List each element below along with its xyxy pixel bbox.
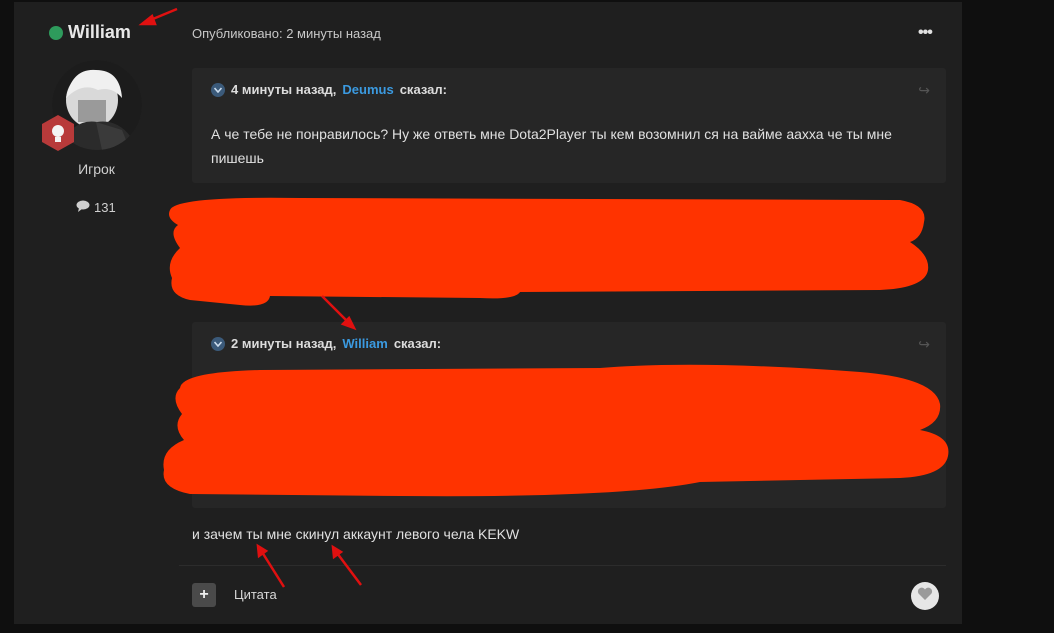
online-status-icon	[49, 25, 63, 40]
quote-time: 4 минуты назад,	[231, 82, 337, 97]
quote-author-link[interactable]: William	[342, 336, 387, 351]
post-menu-button[interactable]: •••	[918, 24, 933, 42]
quote-block: 2 минуты назад, William сказал: ↪	[192, 322, 946, 508]
quote-said: сказал:	[399, 82, 447, 97]
author-panel: William Игрок 131	[14, 2, 179, 624]
chevron-down-icon[interactable]	[211, 82, 225, 97]
go-to-quote-icon[interactable]: ↪	[918, 82, 930, 99]
forum-post: William Игрок 131 Опубликовано: 2 минуты…	[14, 2, 962, 624]
comment-icon	[76, 200, 90, 215]
divider	[179, 565, 946, 566]
like-button[interactable]	[911, 582, 939, 610]
quote-block: 4 минуты назад, Deumus сказал: ↪ А че те…	[192, 68, 946, 183]
chevron-down-icon[interactable]	[211, 336, 225, 351]
quote-button[interactable]: Цитата	[234, 587, 277, 602]
go-to-quote-icon[interactable]: ↪	[918, 336, 930, 353]
quote-said: сказал:	[393, 336, 442, 351]
author-rank: Игрок	[78, 161, 115, 177]
quote-header: 2 минуты назад, William сказал:	[211, 336, 441, 351]
post-count-value: 131	[94, 200, 116, 215]
quote-header: 4 минуты назад, Deumus сказал:	[211, 82, 447, 97]
heart-icon	[917, 587, 933, 606]
quote-author-link[interactable]: Deumus	[342, 82, 393, 97]
quote-time: 2 минуты назад,	[231, 336, 337, 351]
quote-body: А че тебе не понравилось? Ну же ответь м…	[211, 126, 892, 166]
author-name[interactable]: William	[49, 22, 131, 43]
post-date: Опубликовано: 2 минуты назад	[192, 26, 381, 41]
post-count: 131	[76, 200, 116, 215]
post-body: и зачем ты мне скинул аккаунт левого чел…	[192, 526, 520, 542]
rank-badge-icon	[39, 114, 77, 152]
author-name-label: William	[68, 22, 131, 42]
multiquote-button[interactable]: +	[192, 583, 216, 607]
